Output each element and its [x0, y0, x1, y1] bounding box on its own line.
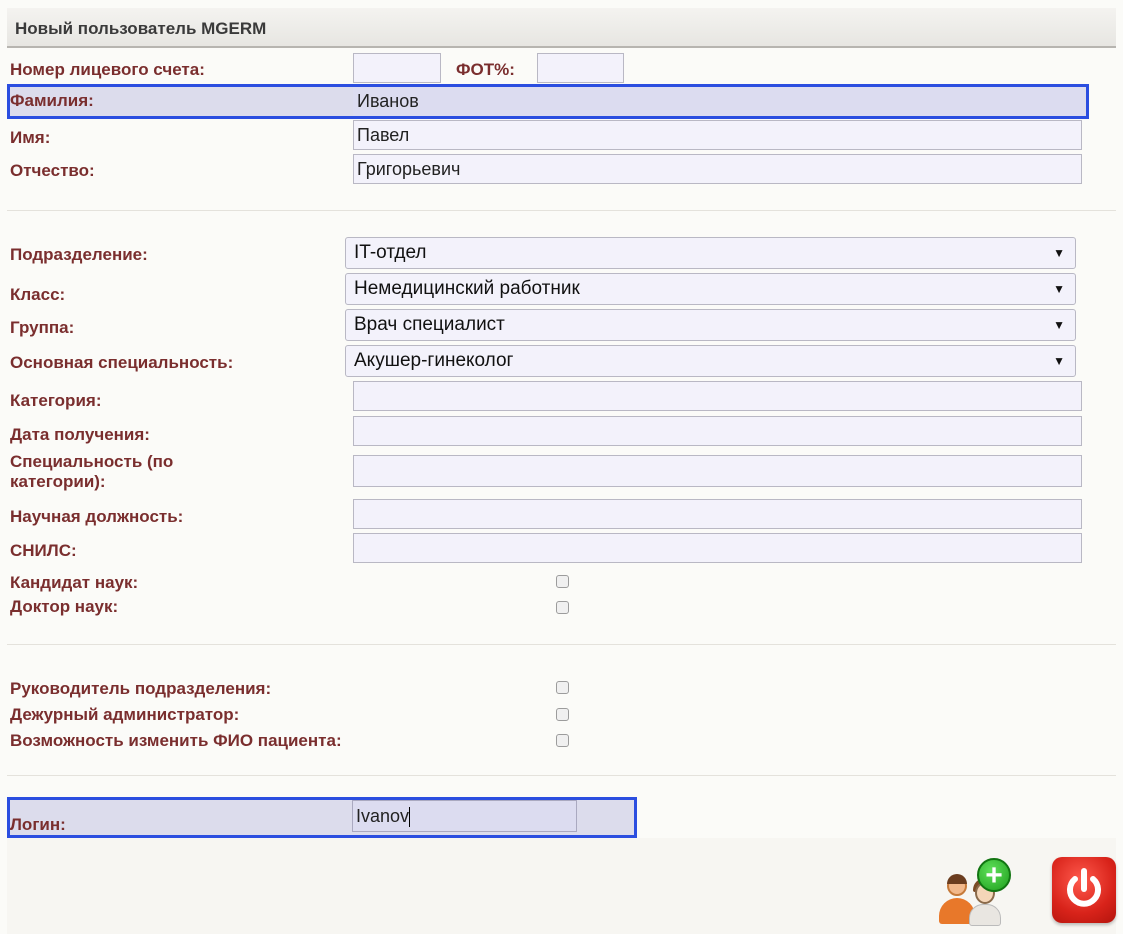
- patronymic-label: Отчество:: [10, 161, 95, 180]
- user-male-hair: [947, 874, 967, 884]
- category-specialty-input[interactable]: [353, 455, 1082, 487]
- name-input[interactable]: Павел: [353, 120, 1082, 150]
- add-plus-icon: +: [977, 858, 1011, 892]
- group-label: Группа:: [10, 318, 75, 337]
- date-input[interactable]: [353, 416, 1082, 446]
- category-specialty-label-line2: категории):: [10, 472, 106, 491]
- fot-label: ФОТ%:: [456, 60, 515, 79]
- snils-input[interactable]: [353, 533, 1082, 563]
- category-specialty-label-line1: Специальность (по: [10, 452, 174, 471]
- section-divider: [7, 775, 1116, 776]
- department-select[interactable]: IT-отдел ▼: [345, 237, 1076, 269]
- group-select[interactable]: Врач специалист ▼: [345, 309, 1076, 341]
- snils-label: СНИЛС:: [10, 541, 77, 560]
- window-titlebar: Новый пользователь MGERM: [7, 8, 1116, 48]
- specialty-label: Основная специальность:: [10, 353, 234, 372]
- specialty-select[interactable]: Акушер-гинеколог ▼: [345, 345, 1076, 377]
- category-input[interactable]: [353, 381, 1082, 411]
- doctor-checkbox[interactable]: [556, 601, 569, 614]
- department-head-checkbox[interactable]: [556, 681, 569, 694]
- power-icon: [1067, 868, 1101, 907]
- specialty-select-value: Акушер-гинеколог: [354, 350, 514, 371]
- candidate-label: Кандидат наук:: [10, 573, 139, 592]
- scientific-position-input[interactable]: [353, 499, 1082, 529]
- dropdown-arrow-icon: ▼: [1053, 354, 1065, 368]
- fot-input[interactable]: [537, 53, 624, 83]
- section-divider: [7, 210, 1116, 211]
- new-user-window: Новый пользователь MGERM Номер лицевого …: [0, 0, 1123, 934]
- department-head-label: Руководитель подразделения:: [10, 679, 272, 698]
- candidate-checkbox[interactable]: [556, 575, 569, 588]
- change-patient-name-checkbox[interactable]: [556, 734, 569, 747]
- class-label: Класс:: [10, 285, 66, 304]
- class-select[interactable]: Немедицинский работник ▼: [345, 273, 1076, 305]
- change-patient-name-label: Возможность изменить ФИО пациента:: [10, 731, 342, 750]
- date-label: Дата получения:: [10, 425, 150, 444]
- dropdown-arrow-icon: ▼: [1053, 318, 1065, 332]
- account-number-label: Номер лицевого счета:: [10, 60, 205, 79]
- department-select-value: IT-отдел: [354, 242, 427, 263]
- power-button[interactable]: [1052, 857, 1116, 923]
- group-select-value: Врач специалист: [354, 314, 505, 335]
- window-title: Новый пользователь MGERM: [15, 19, 267, 38]
- surname-focus-frame: [7, 84, 1089, 119]
- department-label: Подразделение:: [10, 245, 148, 264]
- duty-admin-checkbox[interactable]: [556, 708, 569, 721]
- scientific-position-label: Научная должность:: [10, 507, 184, 526]
- category-label: Категория:: [10, 391, 102, 410]
- dropdown-arrow-icon: ▼: [1053, 246, 1065, 260]
- dropdown-arrow-icon: ▼: [1053, 282, 1065, 296]
- duty-admin-label: Дежурный администратор:: [10, 705, 240, 724]
- login-focus-frame: [7, 797, 637, 838]
- add-user-button[interactable]: +: [939, 858, 1011, 926]
- patronymic-input[interactable]: Григорьевич: [353, 154, 1082, 184]
- doctor-label: Доктор наук:: [10, 597, 119, 616]
- account-number-input[interactable]: [353, 53, 441, 83]
- user-female-icon: [969, 904, 1001, 926]
- name-label: Имя:: [10, 128, 51, 147]
- section-divider: [7, 644, 1116, 645]
- class-select-value: Немедицинский работник: [354, 278, 580, 299]
